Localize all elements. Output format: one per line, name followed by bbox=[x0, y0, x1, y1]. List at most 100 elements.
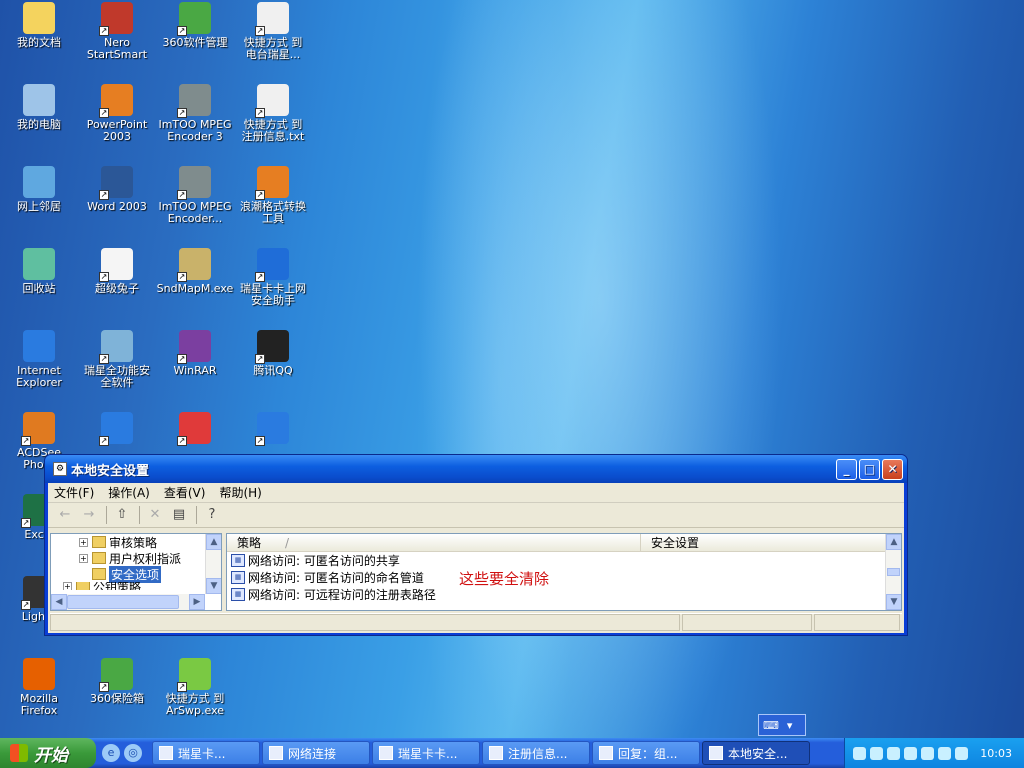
desktop-icon[interactable]: ↗ SndMapM.exe bbox=[156, 248, 234, 295]
scroll-down-icon[interactable]: ▼ bbox=[886, 594, 901, 610]
umbrella-tray-icon[interactable] bbox=[921, 746, 934, 760]
volume-tray-icon[interactable] bbox=[938, 746, 951, 760]
scroll-thumb[interactable] bbox=[887, 568, 900, 576]
scroll-right-icon[interactable]: ▶ bbox=[189, 594, 205, 610]
safety-tray-icon[interactable] bbox=[955, 746, 968, 760]
delete-icon[interactable]: ✕ bbox=[144, 505, 166, 525]
task-button[interactable]: 瑞星卡... bbox=[152, 741, 260, 765]
desktop-icon[interactable]: ↗ Word 2003 bbox=[78, 166, 156, 213]
network-tray-icon[interactable] bbox=[853, 746, 866, 760]
help-icon[interactable]: ? bbox=[201, 505, 223, 525]
desktop-icon[interactable]: ↗ ImTOO MPEG Encoder... bbox=[156, 166, 234, 225]
tree-item-audit-policy[interactable]: + 审核策略 bbox=[51, 534, 221, 550]
tree-horizontal-scrollbar[interactable]: ◀ ▶ bbox=[51, 594, 205, 610]
column-header-setting[interactable]: 安全设置 bbox=[641, 534, 887, 551]
minimize-button[interactable]: _ bbox=[836, 458, 857, 480]
desktop-icon-label: 超级兔子 bbox=[95, 282, 139, 295]
scroll-thumb[interactable] bbox=[67, 595, 179, 609]
desktop-icon[interactable]: ↗ 360软件管理 bbox=[156, 2, 234, 49]
desktop-icon[interactable]: ↗ bbox=[156, 412, 234, 447]
desktop-icon[interactable]: ↗ 瑞星全功能安 全软件 bbox=[78, 330, 156, 389]
desktop-icon[interactable]: ↗ 浪潮格式转换 工具 bbox=[234, 166, 312, 225]
desktop-icon-label: Mozilla Firefox bbox=[20, 692, 58, 717]
shortcut-arrow-icon: ↗ bbox=[99, 26, 109, 36]
expand-icon[interactable]: + bbox=[79, 537, 88, 547]
task-button[interactable]: 本地安全... bbox=[702, 741, 810, 765]
desktop-icon[interactable]: 回收站 bbox=[0, 248, 78, 295]
desktop-icon[interactable]: ↗ Nero StartSmart bbox=[78, 2, 156, 61]
app-icon: ↗ bbox=[177, 2, 211, 36]
scroll-down-icon[interactable]: ▼ bbox=[206, 578, 221, 594]
desktop-icon[interactable]: ↗ ImTOO MPEG Encoder 3 bbox=[156, 84, 234, 143]
language-bar[interactable]: ⌨ ▾ bbox=[758, 714, 806, 736]
language-menu-icon[interactable]: ▾ bbox=[787, 719, 793, 732]
start-button[interactable]: 开始 bbox=[0, 738, 96, 768]
tree-vertical-scrollbar[interactable]: ▲ ▼ bbox=[205, 534, 221, 594]
app-icon bbox=[23, 658, 55, 690]
menu-help[interactable]: 帮助(H) bbox=[219, 484, 261, 501]
forward-icon[interactable]: → bbox=[78, 505, 100, 525]
tree-pane[interactable]: + 审核策略 + 用户权利指派 安全选项 + 公钥策略 ▲ ▼ ◀ ▶ bbox=[50, 533, 222, 611]
expand-icon[interactable]: + bbox=[79, 553, 88, 563]
desktop-icon[interactable]: ↗ bbox=[78, 412, 156, 447]
scroll-up-icon[interactable]: ▲ bbox=[886, 534, 901, 550]
local-security-settings-window[interactable]: ⚙ 本地安全设置 _ □ ✕ 文件(F) 操作(A) 查看(V) 帮助(H) ←… bbox=[44, 454, 908, 636]
scroll-left-icon[interactable]: ◀ bbox=[51, 594, 67, 610]
policy-list-pane[interactable]: 策略 / 安全设置 ▦ 网络访问: 可匿名访问的共享 ▦ 网络访问: 可匿名访问的命名… bbox=[226, 533, 902, 611]
desktop-icon[interactable]: ↗ 超级兔子 bbox=[78, 248, 156, 295]
list-row[interactable]: ▦ 网络访问: 可远程访问的注册表路径 bbox=[227, 586, 901, 603]
close-button[interactable]: ✕ bbox=[882, 458, 903, 480]
policy-icon: ▦ bbox=[231, 588, 245, 601]
tree-item-public-key[interactable]: + 公钥策略 bbox=[51, 582, 221, 590]
task-button[interactable]: 回复：组... bbox=[592, 741, 700, 765]
scroll-up-icon[interactable]: ▲ bbox=[206, 534, 221, 550]
monitor-tray-icon[interactable] bbox=[870, 746, 883, 760]
taskbar: 开始 e ◎ 瑞星卡... 网络连接 瑞星卡卡... 注册信息... 回复：组... 本地… bbox=[0, 738, 1024, 768]
menu-file[interactable]: 文件(F) bbox=[54, 484, 94, 501]
task-button[interactable]: 瑞星卡卡... bbox=[372, 741, 480, 765]
properties-icon[interactable]: ▤ bbox=[168, 505, 190, 525]
desktop-icon[interactable]: ↗ PowerPoint 2003 bbox=[78, 84, 156, 143]
maximize-button[interactable]: □ bbox=[859, 458, 880, 480]
desktop-icon[interactable]: ↗ 快捷方式 到 注册信息.txt bbox=[234, 84, 312, 143]
menu-action[interactable]: 操作(A) bbox=[108, 484, 150, 501]
shield-tray-icon[interactable] bbox=[887, 746, 900, 760]
desktop-icon[interactable]: ↗ 360保险箱 bbox=[78, 658, 156, 705]
start-label: 开始 bbox=[34, 745, 68, 766]
desktop-icon[interactable]: 网上邻居 bbox=[0, 166, 78, 213]
shortcut-arrow-icon: ↗ bbox=[177, 272, 187, 282]
desktop-icon-label: 我的电脑 bbox=[17, 118, 61, 131]
menu-view[interactable]: 查看(V) bbox=[164, 484, 206, 501]
up-folder-icon[interactable]: ⇧ bbox=[111, 505, 133, 525]
desktop-icon-label: 瑞星卡卡上网 安全助手 bbox=[240, 282, 306, 307]
column-header-policy[interactable]: 策略 / bbox=[227, 534, 641, 551]
desktop-icon[interactable]: Internet Explorer bbox=[0, 330, 78, 389]
desktop-icon[interactable]: ↗ bbox=[234, 412, 312, 447]
desktop-icon[interactable]: ↗ 腾讯QQ bbox=[234, 330, 312, 377]
desktop-icon[interactable]: ↗ WinRAR bbox=[156, 330, 234, 377]
list-row[interactable]: ▦ 网络访问: 可匿名访问的共享 bbox=[227, 552, 901, 569]
list-row[interactable]: ▦ 网络访问: 可匿名访问的命名管道 bbox=[227, 569, 901, 586]
shortcut-arrow-icon: ↗ bbox=[255, 272, 265, 282]
back-icon[interactable]: ← bbox=[54, 505, 76, 525]
browser-quicklaunch-icon[interactable]: ◎ bbox=[124, 744, 142, 762]
desktop-icon[interactable]: Mozilla Firefox bbox=[0, 658, 78, 717]
clock[interactable]: 10:03 bbox=[980, 747, 1012, 760]
mail-tray-icon[interactable] bbox=[904, 746, 917, 760]
desktop-icon[interactable]: 我的电脑 bbox=[0, 84, 78, 131]
desktop-icon[interactable]: 我的文档 bbox=[0, 2, 78, 49]
desktop-icon[interactable]: ↗ 快捷方式 到 电台瑞星... bbox=[234, 2, 312, 61]
desktop-icon[interactable]: ↗ 快捷方式 到 ArSwp.exe bbox=[156, 658, 234, 717]
tree-item-user-rights[interactable]: + 用户权利指派 bbox=[51, 550, 221, 566]
title-bar[interactable]: ⚙ 本地安全设置 _ □ ✕ bbox=[45, 455, 907, 483]
expand-icon[interactable]: + bbox=[63, 582, 72, 590]
tree-item-security-options[interactable]: 安全选项 bbox=[51, 565, 221, 583]
task-button[interactable]: 网络连接 bbox=[262, 741, 370, 765]
list-vertical-scrollbar[interactable]: ▲ ▼ bbox=[885, 534, 901, 610]
keyboard-icon[interactable]: ⌨ bbox=[763, 719, 779, 732]
quick-launch: e ◎ bbox=[102, 744, 146, 762]
column-policy-label: 策略 bbox=[237, 536, 262, 550]
task-button[interactable]: 注册信息... bbox=[482, 741, 590, 765]
desktop-icon[interactable]: ↗ 瑞星卡卡上网 安全助手 bbox=[234, 248, 312, 307]
ie-quicklaunch-icon[interactable]: e bbox=[102, 744, 120, 762]
